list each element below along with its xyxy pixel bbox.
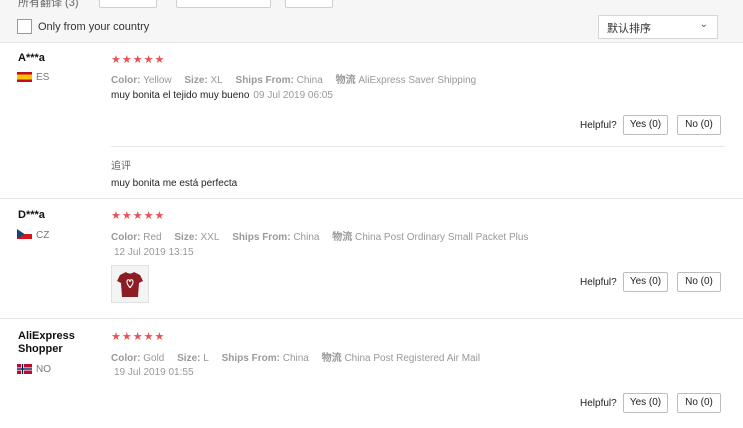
country-checkbox[interactable] xyxy=(17,19,32,34)
country-filter-label: Only from your country xyxy=(38,20,150,33)
helpful-yes-button[interactable]: Yes (0) xyxy=(623,393,668,413)
additional-review-label: 追评 xyxy=(111,161,131,172)
helpful-yes-button[interactable]: Yes (0) xyxy=(623,115,668,135)
rating-stars: ★★★★★ xyxy=(111,331,166,343)
reviewer-name: AliExpress Shopper xyxy=(18,330,75,355)
append-divider xyxy=(111,146,725,147)
reviewer-country: CZ xyxy=(36,230,50,241)
review-filter-bar: 所有翻译 (3) Only from your country 默认排序 ⌄ xyxy=(0,0,743,43)
chevron-down-icon: ⌄ xyxy=(699,19,708,30)
review-divider xyxy=(0,318,743,319)
sort-dropdown[interactable]: 默认排序 ⌄ xyxy=(598,15,718,39)
review-product-info: Color: Gold Size: L Ships From: China 物流… xyxy=(111,353,481,364)
review-date: 09 Jul 2019 06:05 xyxy=(253,90,333,101)
review-divider xyxy=(0,198,743,199)
helpful-label: Helpful? xyxy=(580,277,617,288)
filter-button-3[interactable] xyxy=(285,0,333,8)
additional-review-text: muy bonita me está perfecta xyxy=(111,178,238,189)
rating-stars: ★★★★★ xyxy=(111,54,166,66)
helpful-label: Helpful? xyxy=(580,398,617,409)
helpful-yes-button[interactable]: Yes (0) xyxy=(623,272,668,292)
filter-button-1[interactable] xyxy=(99,0,157,8)
reviewer-country: NO xyxy=(36,364,51,375)
sort-selected-value: 默认排序 xyxy=(607,23,651,35)
review-date: 12 Jul 2019 13:15 xyxy=(114,247,194,258)
review-date: 19 Jul 2019 01:55 xyxy=(114,367,194,378)
country-filter[interactable]: Only from your country xyxy=(17,19,149,34)
filter-button-2[interactable] xyxy=(176,0,271,8)
spain-flag-icon xyxy=(17,72,32,82)
review-product-info: Color: Red Size: XXL Ships From: China 物… xyxy=(111,232,529,243)
translation-count-label: 所有翻译 (3) xyxy=(18,0,79,9)
reviewer-country: ES xyxy=(36,72,50,83)
reviewer-name: D***a xyxy=(18,209,45,221)
rating-stars: ★★★★★ xyxy=(111,210,166,222)
review-product-info: Color: Yellow Size: XL Ships From: China… xyxy=(111,75,477,86)
red-tshirt-image xyxy=(117,272,143,297)
review-photo-thumbnail[interactable] xyxy=(111,265,149,303)
helpful-label: Helpful? xyxy=(580,120,617,131)
czech-flag-icon xyxy=(17,229,32,239)
helpful-no-button[interactable]: No (0) xyxy=(677,272,721,292)
helpful-no-button[interactable]: No (0) xyxy=(677,115,721,135)
review-text: muy bonita el tejido muy bueno 09 Jul 201… xyxy=(111,90,333,101)
helpful-no-button[interactable]: No (0) xyxy=(677,393,721,413)
norway-flag-icon xyxy=(17,364,32,374)
reviewer-name: A***a xyxy=(18,52,45,64)
